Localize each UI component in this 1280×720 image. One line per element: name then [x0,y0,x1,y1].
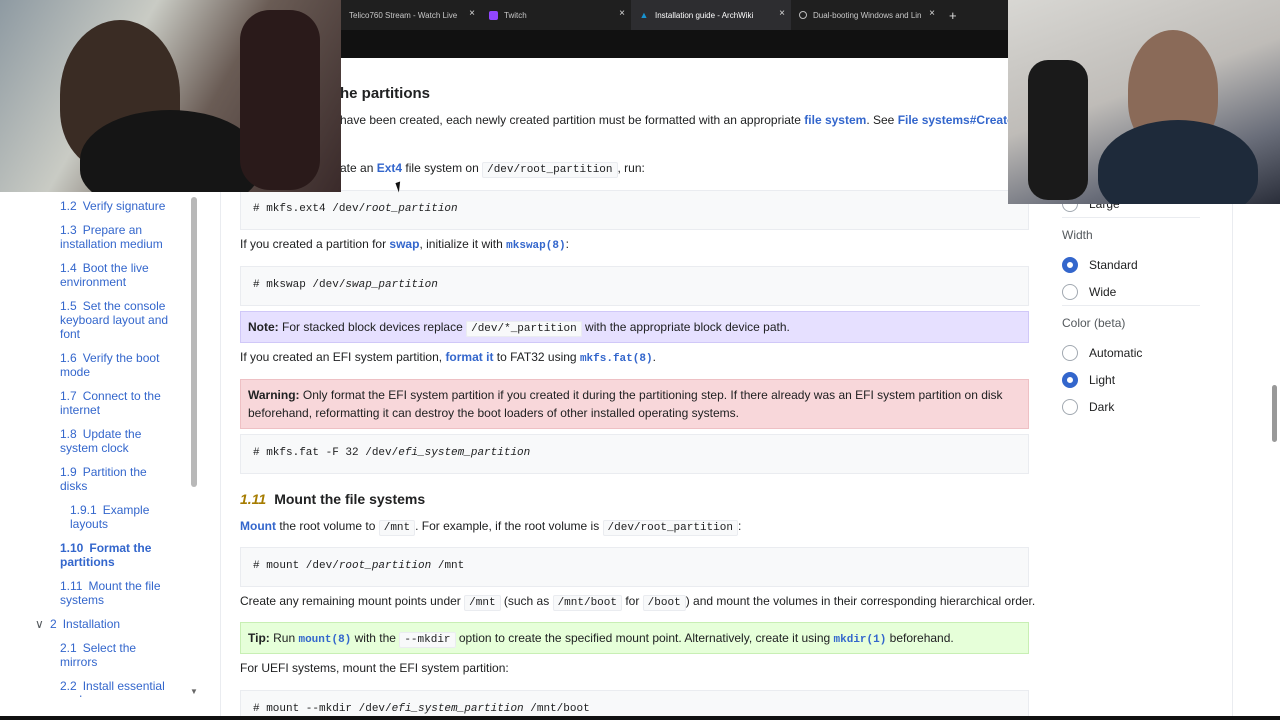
toc-scrollbar-thumb[interactable] [191,197,197,487]
toc-item-format-partitions[interactable]: 1.10 Format the partitions [60,541,170,569]
arch-icon: ▲ [639,10,649,20]
code-block-mkfs-fat: # mkfs.fat -F 32 /dev/efi_system_partiti… [240,434,1029,474]
tab-label: Twitch [504,10,527,20]
toc-item-boot-live[interactable]: 1.4 Boot the live environment [60,261,170,289]
format-it-link[interactable]: format it [445,350,493,364]
new-tab-button[interactable]: + [949,8,957,23]
inline-code: /dev/root_partition [602,520,738,536]
toc-item-mount-file-systems[interactable]: 1.11 Mount the file systems [60,579,175,607]
toc-scrollbar[interactable]: ▼ [190,192,198,700]
appearance-panel: Large Width Standard Wide Color (beta) A… [1062,192,1202,432]
mount-link[interactable]: Mount [240,519,276,533]
code-block-mkfs-ext4: # mkfs.ext4 /dev/root_partition [240,190,1029,230]
radio-button[interactable] [1062,284,1078,300]
toc-item-update-clock[interactable]: 1.8 Update the system clock [60,427,160,455]
tab-archwiki[interactable]: ▲ Installation guide - ArchWiki × [631,0,791,30]
toc-item-example-layouts[interactable]: 1.9.1 Example layouts [70,503,170,531]
toc-item-installation[interactable]: 2 Installation [50,617,120,631]
tab-label: Dual-booting Windows and Lin [813,10,922,20]
toc-item-prepare-medium[interactable]: 1.3 Prepare an installation medium [60,223,180,251]
code-block-mount-root: # mount /dev/root_partition /mnt [240,547,1029,587]
tip-box: Tip: Run mount(8) with the --mkdir optio… [240,622,1029,654]
file-system-link[interactable]: file system [804,113,866,127]
warning-box: Warning: Only format the EFI system part… [240,379,1029,429]
inline-code: --mkdir [399,632,456,648]
ext4-link[interactable]: Ext4 [377,161,402,175]
efi-text: If you created an EFI system partition, … [240,350,656,365]
inline-code: /mnt/boot [552,595,622,611]
swap-text: If you created a partition for swap, ini… [240,237,569,252]
page-scrollbar-thumb[interactable] [1272,385,1277,442]
bottom-edge [0,716,1280,720]
gaming-chair [1028,60,1088,200]
format-intro-text: have been created, each newly created pa… [340,113,1024,127]
webcam-overlay-right [1008,0,1280,204]
tab-label: Installation guide - ArchWiki [655,10,754,20]
mkfs-fat-man-link[interactable]: mkfs.fat(8) [580,353,653,365]
radio-width-wide[interactable]: Wide [1062,284,1116,300]
radio-button[interactable] [1062,399,1078,415]
page-scrollbar[interactable] [1268,200,1280,720]
table-of-contents: 1.2 Verify signature 1.3 Prepare an instal… [27,192,199,700]
mount-section-heading: 1.11 Mount the file systems [240,491,426,507]
panel-divider [1062,217,1200,218]
radio-color-dark[interactable]: Dark [1062,399,1114,415]
toc-item-partition-disks[interactable]: 1.9 Partition the disks [60,465,160,493]
close-icon[interactable]: × [779,8,785,19]
close-icon[interactable]: × [929,8,935,19]
scroll-down-arrow-icon[interactable]: ▼ [190,687,198,696]
mount-man-link[interactable]: mount(8) [298,634,351,646]
inline-code: /mnt [464,595,501,611]
gaming-chair [240,10,320,190]
note-box: Note: For stacked block devices replace … [240,311,1029,343]
mkdir-man-link[interactable]: mkdir(1) [834,634,887,646]
inline-code: /dev/*_partition [466,321,582,337]
browser-tab-strip: Telico760 Stream - Watch Live × Twitch ×… [341,0,1008,30]
color-heading: Color (beta) [1062,316,1126,330]
swap-link[interactable]: swap [389,237,419,251]
toc-item-verify-signature[interactable]: 1.2 Verify signature [60,199,165,213]
streamer-shirt [1098,120,1258,204]
section-heading: he partitions [340,85,431,102]
toc-item-select-mirrors[interactable]: 2.1 Select the mirrors [60,641,160,669]
radio-width-standard[interactable]: Standard [1062,257,1138,273]
toc-item-verify-boot-mode[interactable]: 1.6 Verify the boot mode [60,351,170,379]
toc-item-install-packages[interactable]: 2.2Install essential packages [60,679,180,697]
sidebar-divider [220,192,221,720]
radio-button-checked[interactable] [1062,372,1078,388]
radio-button-checked[interactable] [1062,257,1078,273]
section-number: 1.11 [240,491,267,507]
radio-color-automatic[interactable]: Automatic [1062,345,1142,361]
close-icon[interactable]: × [619,8,625,19]
chevron-down-icon[interactable]: ∨ [35,617,44,631]
webcam-overlay-left [0,0,341,192]
globe-icon [799,11,807,19]
radio-color-light[interactable]: Light [1062,372,1115,388]
file-systems-create-link[interactable]: File systems#Create a [898,113,1024,127]
tab-dual-booting[interactable]: Dual-booting Windows and Lin × [791,0,941,30]
mkswap-man-link[interactable]: mkswap(8) [506,240,565,252]
tab-twitch[interactable]: Twitch × [481,0,631,30]
radio-button[interactable] [1062,345,1078,361]
remaining-mounts-text: Create any remaining mount points under … [240,594,1036,611]
width-heading: Width [1062,228,1093,242]
panel-divider-vertical [1232,204,1233,720]
twitch-icon [489,10,498,20]
uefi-text: For UEFI systems, mount the EFI system p… [240,661,509,675]
toc-item-connect-internet[interactable]: 1.7 Connect to the internet [60,389,175,417]
inline-code: /boot [642,595,686,611]
mount-text: Mount the root volume to /mnt. For examp… [240,519,742,536]
ext4-text: ate an Ext4 file system on /dev/root_par… [340,161,645,178]
inline-code: /mnt [378,520,416,536]
panel-divider [1062,305,1200,306]
tab-label: Telico760 Stream - Watch Live [349,10,458,20]
code-block-mkswap: # mkswap /dev/swap_partition [240,266,1029,306]
browser-toolbar [341,30,1008,58]
toc-item-console-keyboard[interactable]: 1.5 Set the console keyboard layout and f… [60,299,180,341]
article-content: he partitions have been created, each ne… [240,58,1035,720]
tab-telico-stream[interactable]: Telico760 Stream - Watch Live × [341,0,481,30]
close-icon[interactable]: × [469,8,475,19]
inline-code: /dev/root_partition [482,162,618,178]
